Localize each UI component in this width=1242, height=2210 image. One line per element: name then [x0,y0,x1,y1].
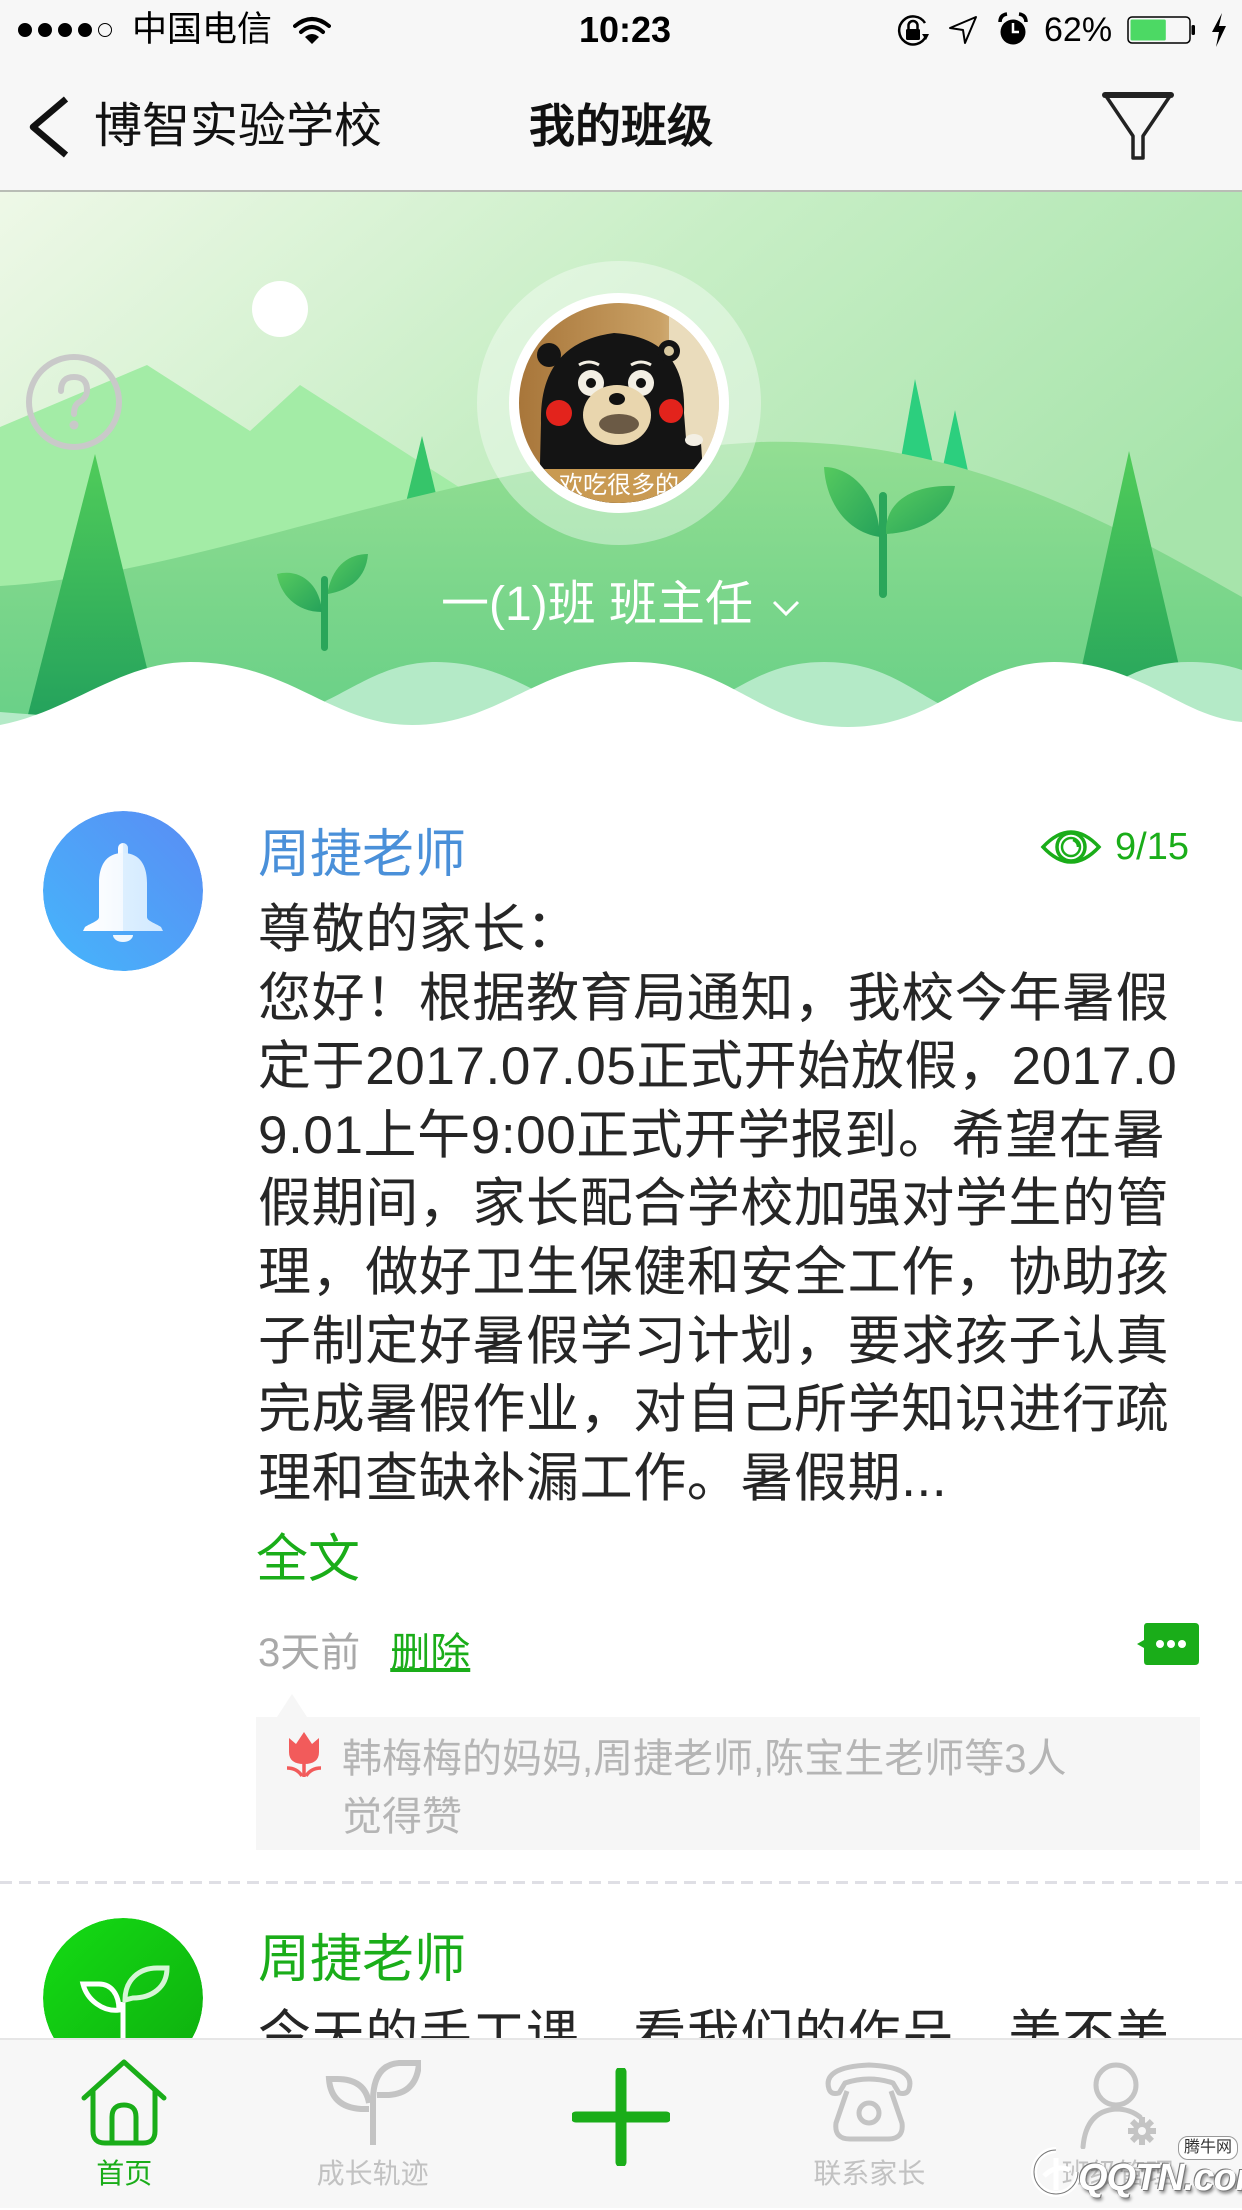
post-body-line: 理和查缺补漏工作。暑假期... [258,1448,948,1508]
post-body: 尊敬的家长： 您好！根据教育局通知，我校今年暑假 定于2017.07.05正式开… [258,896,1208,1513]
read-count[interactable]: 9/15 [1040,823,1189,871]
tab-label: 班级管理 [1061,2158,1174,2189]
class-selector-label: 一(1)班 班主任 [440,578,753,631]
back-label: 博智实验学校 [94,100,383,153]
feed-post: 周捷老师 9/15 尊敬的家长： 您好！根据教育局通知，我校今年暑假 定于201… [0,730,1242,1882]
tab-class-management[interactable]: 班级管理 [994,2040,1242,2210]
avatar-border: 欢吃很多的 [509,293,729,513]
post-avatar[interactable] [43,811,203,971]
telephone-icon [826,2062,913,2142]
likes-line: 觉得赞 [342,1795,462,1839]
filter-icon[interactable] [1102,90,1174,162]
tab-label: 成长轨迹 [316,2158,429,2189]
alarm-clock-icon [998,12,1028,45]
post-body-line: 完成暑假作业，对自己所学知识进行疏 [258,1380,1170,1440]
wave-front [0,662,1242,730]
feed-post: 周捷老师 今天的手工课，看我们的作品，美不美 [0,1884,1242,2038]
post-body-line: 今天的手工课，看我们的作品，美不美 [258,2006,1170,2038]
likes-notch [277,1694,307,1717]
post-author[interactable]: 周捷老师 [258,827,466,883]
chevron-left-icon [29,96,69,158]
bear-photo: 欢吃很多的 [519,303,719,503]
feed: 周捷老师 9/15 尊敬的家长： 您好！根据教育局通知，我校今年暑假 定于201… [0,730,1242,2038]
post-body-line: 假期间，家长配合学校加强对学生的管 [258,1174,1170,1234]
class-banner: 欢吃很多的 一(1)班 班主任 [0,192,1242,730]
bell-icon [43,811,203,971]
plus-icon [571,2068,670,2166]
post-body-line: 您好！根据教育局通知，我校今年暑假 [258,968,1170,1028]
post-body-line: 定于2017.07.05正式开始放假，2017.0 [258,1037,1178,1097]
sprout-icon [325,2060,421,2145]
tab-contact-parents[interactable]: 联系家长 [745,2040,993,2210]
likes-line: 韩梅梅的妈妈,周捷老师,陈宝生老师等3人 [342,1737,1067,1781]
battery-icon [1127,16,1195,44]
post-avatar[interactable] [43,1918,203,2038]
bolt-icon [1212,13,1226,47]
post-body: 今天的手工课，看我们的作品，美不美 [258,2002,1208,2038]
battery-percent: 62% [1044,11,1113,49]
post-body-line: 理，做好卫生保健和安全工作，协助孩 [258,1242,1170,1302]
tab-growth[interactable]: 成长轨迹 [248,2040,496,2210]
expand-full-text-link[interactable]: 全文 [256,1532,360,1588]
home-icon [81,2059,167,2146]
tab-home[interactable]: 首页 [0,2040,248,2210]
post-body-line: 9.01上午9:00正式开学报到。希望在暑 [258,1105,1166,1165]
delete-link[interactable]: 删除 [390,1631,470,1675]
tab-label: 联系家长 [813,2158,926,2189]
tulip-icon [286,1732,322,1777]
class-selector[interactable]: 一(1)班 班主任 [0,575,1242,635]
post-time: 3天前 [258,1631,361,1675]
eye-icon [1040,830,1102,864]
read-count-text: 9/15 [1115,826,1189,868]
battery-fill [1130,19,1166,41]
avatar-photo: 欢吃很多的 [519,303,719,503]
post-meta: 3天前 删除 [258,1631,470,1675]
post-greeting: 尊敬的家长： [258,900,580,959]
back-button[interactable]: 博智实验学校 [26,94,382,160]
location-arrow-icon [949,16,977,44]
post-body-line: 子制定好暑假学习计划，要求孩子认真 [258,1311,1170,1371]
tab-add[interactable] [497,2040,745,2210]
class-avatar[interactable]: 欢吃很多的 [477,261,761,545]
likes-box: 韩梅梅的妈妈,周捷老师,陈宝生老师等3人 觉得赞 [256,1694,1200,1850]
tab-label: 首页 [96,2158,153,2189]
more-comment-icon[interactable] [1135,1623,1199,1665]
avatar-caption: 欢吃很多的 [559,472,679,499]
post-author[interactable]: 周捷老师 [258,1932,466,1988]
question-circle-icon[interactable] [25,353,123,451]
user-settings-icon [1080,2062,1156,2149]
nav-bar: 博智实验学校 我的班级 [0,60,1242,192]
sun [252,281,308,337]
status-bar: 中国电信 10:23 62% [0,0,1242,60]
sprout-icon [43,1918,203,2038]
likes-text: 韩梅梅的妈妈,周捷老师,陈宝生老师等3人 觉得赞 [342,1730,1066,1846]
tab-bar: 首页 成长轨迹 联系家长 班级管理 [0,2038,1242,2208]
orientation-lock-icon [897,15,929,46]
chevron-down-icon [772,600,800,617]
